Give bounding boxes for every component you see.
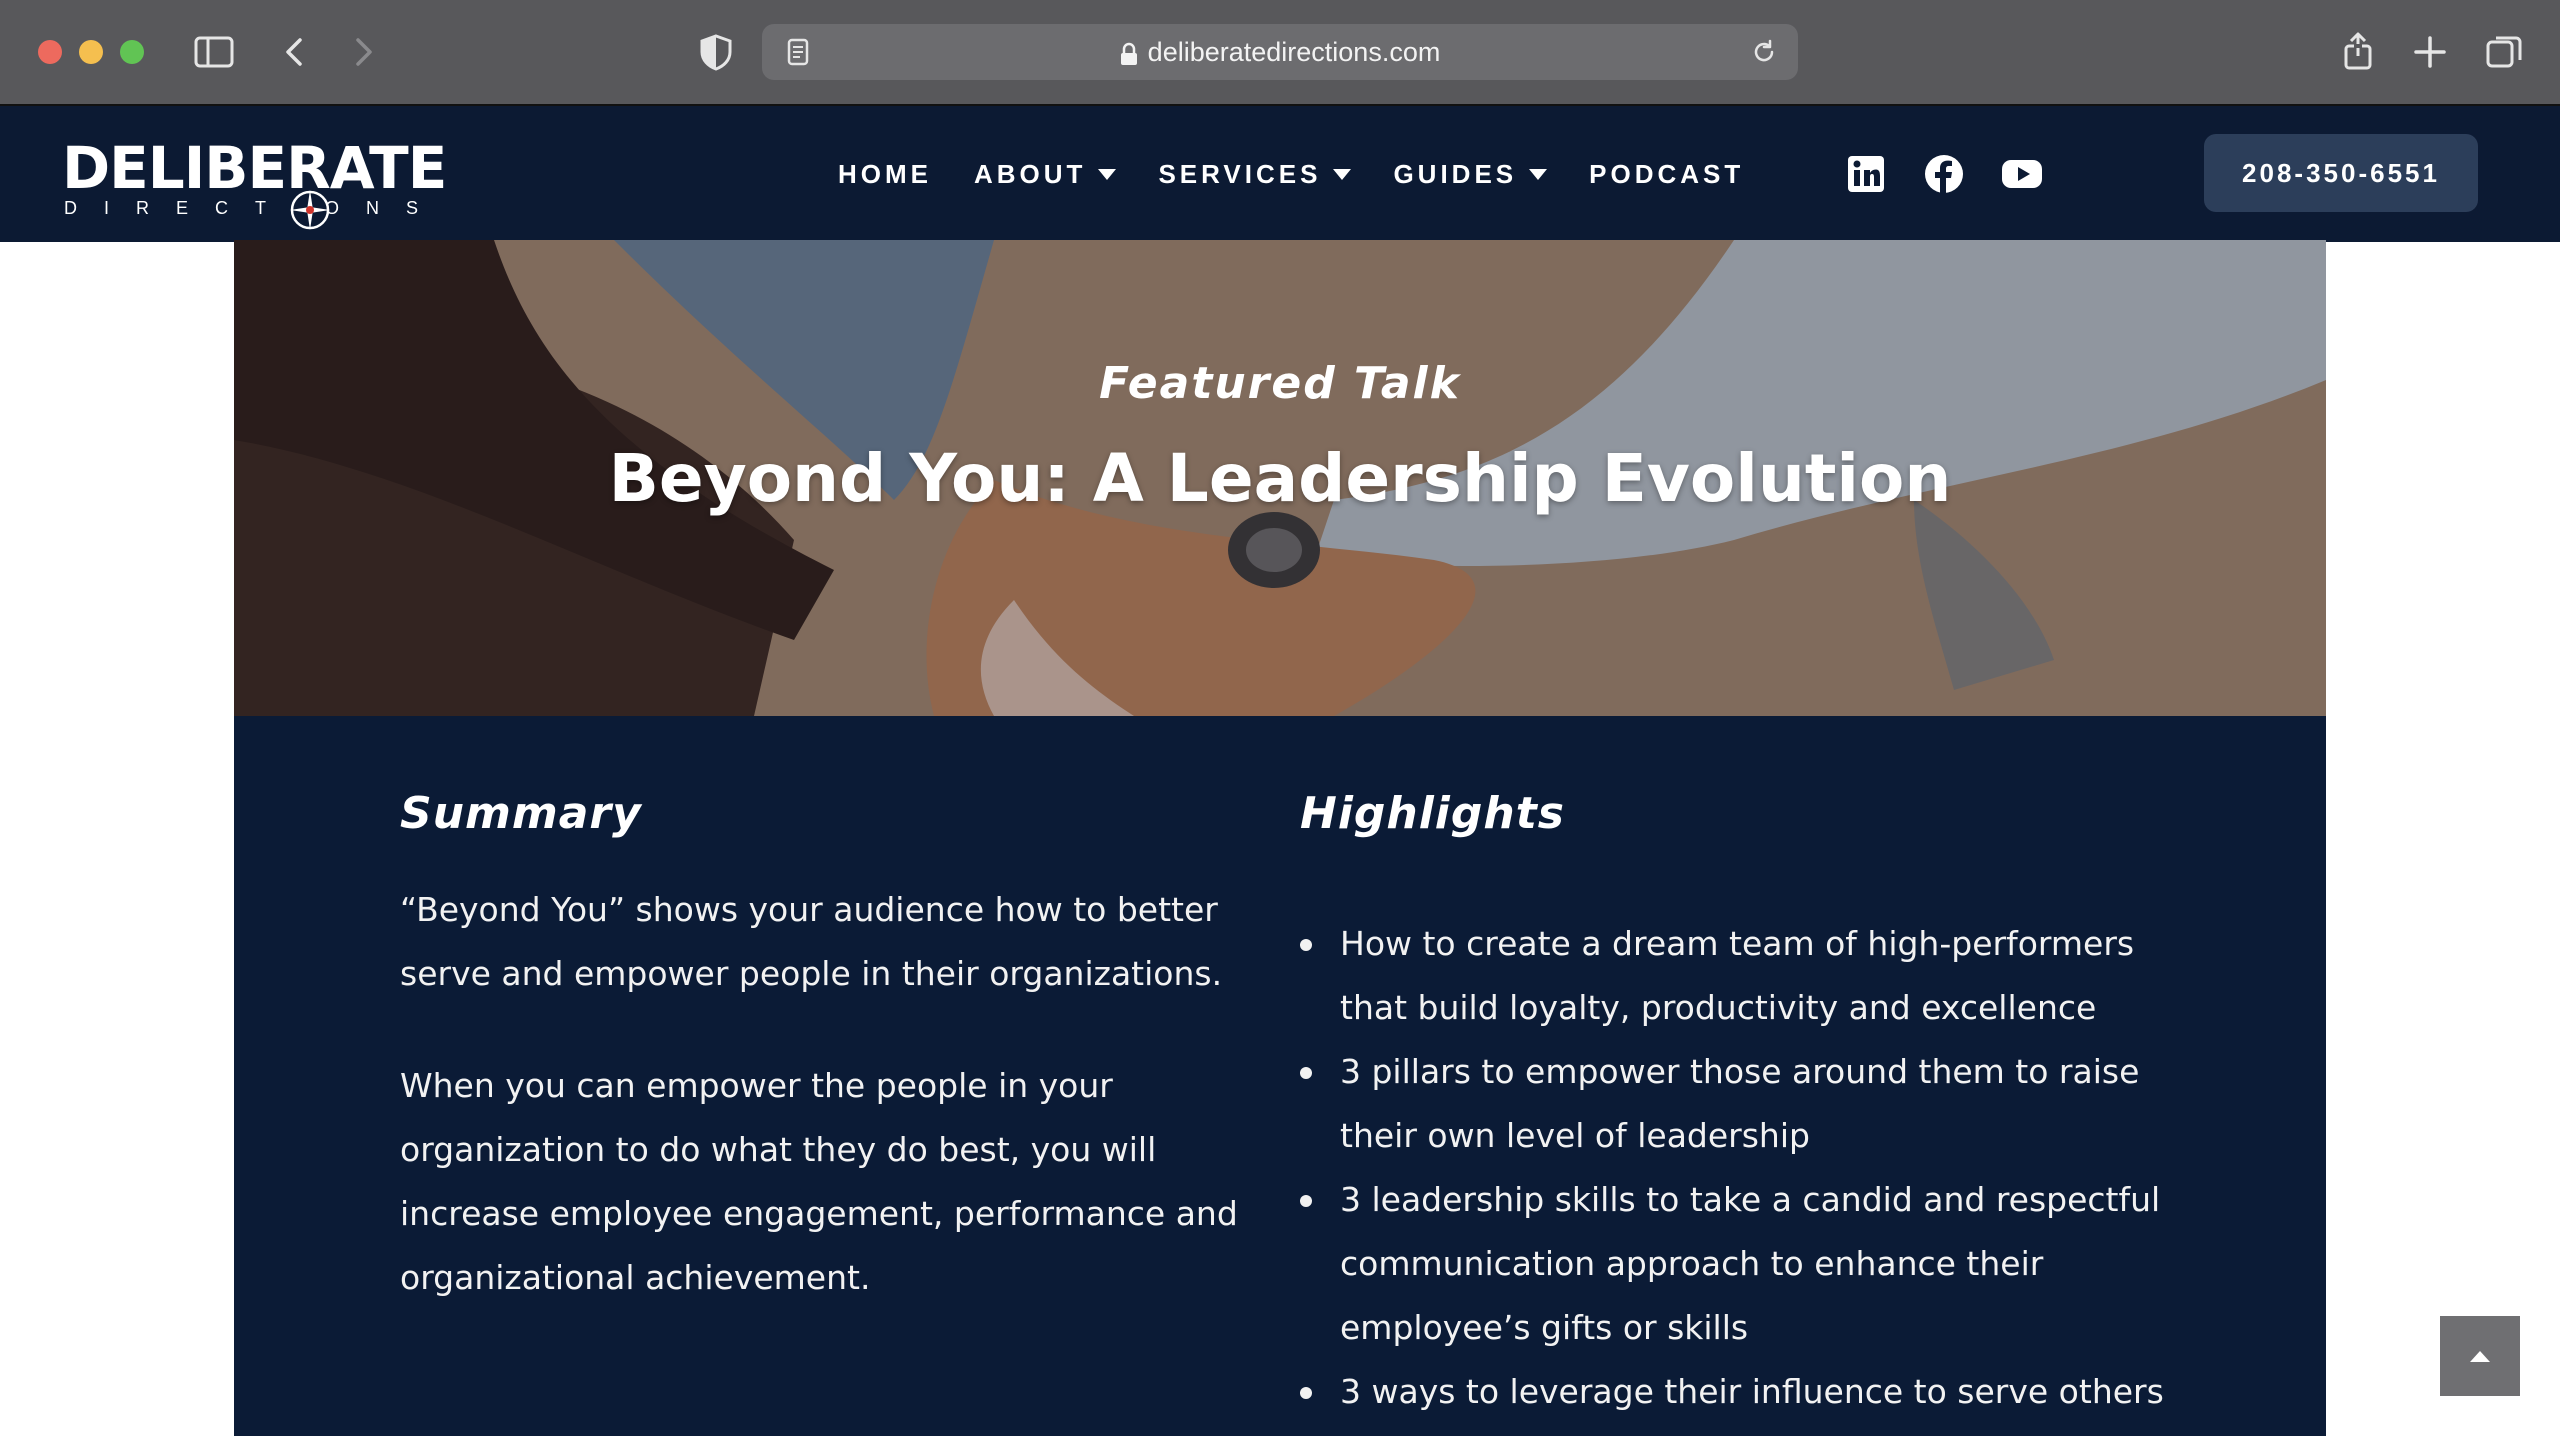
scroll-to-top-button[interactable] xyxy=(2440,1316,2520,1396)
bullet-icon xyxy=(1300,1387,1312,1399)
privacy-shield-icon[interactable] xyxy=(692,28,740,76)
caret-down-icon xyxy=(1098,168,1117,180)
youtube-icon[interactable] xyxy=(2000,152,2044,196)
facebook-icon[interactable] xyxy=(1922,152,1966,196)
back-arrow-icon[interactable] xyxy=(270,28,318,76)
bullet-icon xyxy=(1300,1067,1312,1079)
summary-paragraph: When you can empower the people in your … xyxy=(400,1066,1238,1297)
address-bar[interactable]: deliberatedirections.com xyxy=(762,24,1798,80)
logo-subtitle: DIRECTIONS xyxy=(64,198,446,218)
nav-services-label: SERVICES xyxy=(1158,158,1322,189)
lock-icon xyxy=(1120,42,1137,65)
hero-banner: Featured Talk Beyond You: A Leadership E… xyxy=(234,240,2326,716)
nav-guides-label: GUIDES xyxy=(1393,158,1518,189)
highlight-text: 3 ways to leverage their influence to se… xyxy=(1340,1372,2164,1411)
bullet-icon xyxy=(1300,1195,1312,1207)
zoom-window-button[interactable] xyxy=(120,40,144,64)
highlights-heading: Highlights xyxy=(1300,788,1565,839)
nav-home[interactable]: HOME xyxy=(838,159,932,190)
bullet-icon xyxy=(1300,939,1312,951)
summary-paragraph: “Beyond You” shows your audience how to … xyxy=(400,890,1223,993)
new-tab-icon[interactable] xyxy=(2406,28,2454,76)
list-item: How to create a dream team of high-perfo… xyxy=(1300,912,2200,1040)
phone-button[interactable]: 208-350-6551 xyxy=(2204,134,2478,212)
nav-about[interactable]: ABOUT xyxy=(974,158,1117,190)
talk-details-section: Summary “Beyond You” shows your audience… xyxy=(234,716,2326,1436)
nav-about-label: ABOUT xyxy=(974,158,1087,189)
tab-overview-icon[interactable] xyxy=(2480,28,2528,76)
site-logo[interactable]: DELIBERATE DIRECTIONS xyxy=(62,136,447,230)
highlight-text: How to create a dream team of high-perfo… xyxy=(1340,924,2135,1027)
browser-toolbar: deliberatedirections.com xyxy=(0,0,2560,104)
summary-heading: Summary xyxy=(400,788,642,839)
highlight-text: 3 pillars to empower those around them t… xyxy=(1340,1052,2140,1155)
caret-down-icon xyxy=(1333,168,1352,180)
hero-kicker: Featured Talk xyxy=(1099,358,1461,409)
linkedin-icon[interactable] xyxy=(1844,152,1888,196)
reload-icon[interactable] xyxy=(1750,38,1778,66)
chevron-up-icon xyxy=(2470,1351,2490,1362)
hero-title: Beyond You: A Leadership Evolution xyxy=(608,440,1952,517)
share-icon[interactable] xyxy=(2334,28,2382,76)
highlights-list: How to create a dream team of high-perfo… xyxy=(1300,912,2200,1424)
logo-wordmark: DELIBERATE xyxy=(62,134,447,202)
minimize-window-button[interactable] xyxy=(79,40,103,64)
list-item: 3 pillars to empower those around them t… xyxy=(1300,1040,2200,1168)
main-navigation: HOME ABOUT SERVICES GUIDES PODCAST xyxy=(838,106,1786,242)
site-header: DELIBERATE DIRECTIONS HOME ABOUT SERVICE… xyxy=(0,104,2560,242)
caret-down-icon xyxy=(1529,168,1548,180)
highlight-text: 3 leadership skills to take a candid and… xyxy=(1340,1180,2161,1347)
url-display: deliberatedirections.com xyxy=(762,24,1798,80)
url-text: deliberatedirections.com xyxy=(1147,37,1441,67)
list-item: 3 leadership skills to take a candid and… xyxy=(1300,1168,2200,1360)
list-item: 3 ways to leverage their influence to se… xyxy=(1300,1360,2200,1424)
forward-arrow-icon[interactable] xyxy=(340,28,388,76)
close-window-button[interactable] xyxy=(38,40,62,64)
nav-home-label: HOME xyxy=(838,158,932,189)
nav-guides[interactable]: GUIDES xyxy=(1393,158,1548,190)
sidebar-toggle-icon[interactable] xyxy=(190,28,238,76)
nav-podcast[interactable]: PODCAST xyxy=(1589,159,1744,190)
nav-services[interactable]: SERVICES xyxy=(1158,158,1352,190)
compass-icon xyxy=(290,190,330,230)
nav-podcast-label: PODCAST xyxy=(1589,158,1745,189)
